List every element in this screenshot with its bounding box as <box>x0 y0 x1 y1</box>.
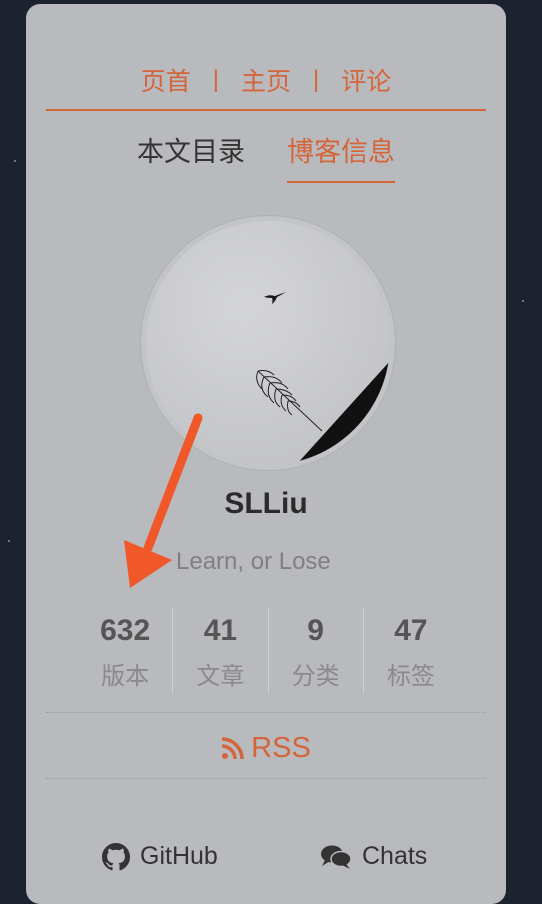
tab-toc[interactable]: 本文目录 <box>137 130 245 183</box>
rss-label: RSS <box>251 732 311 764</box>
stat-value: 47 <box>394 614 428 647</box>
chats-label: Chats <box>362 842 428 870</box>
stat-label: 分类 <box>291 663 340 690</box>
stat-label: 版本 <box>101 663 150 690</box>
chats-link[interactable]: Chats <box>320 842 427 871</box>
rss-icon <box>221 737 244 760</box>
stat-posts[interactable]: 41 文章 <box>172 608 267 694</box>
stat-categories[interactable]: 9 分类 <box>267 608 363 694</box>
background-star <box>14 160 16 162</box>
stat-value: 9 <box>307 614 324 647</box>
nav-separator: | <box>313 66 320 93</box>
blog-stats: 632 版本 41 文章 9 分类 47 标签 <box>78 608 458 694</box>
stat-versions[interactable]: 632 版本 <box>78 608 172 694</box>
github-link[interactable]: GitHub <box>102 842 218 871</box>
author-motto: Learn, or Lose <box>176 548 331 575</box>
nav-link-page-top[interactable]: 页首 <box>141 62 191 98</box>
chats-icon <box>321 845 352 869</box>
github-label: GitHub <box>140 842 218 870</box>
background-star <box>522 300 524 302</box>
top-nav: 页首 | 主页 | 评论 <box>46 62 486 98</box>
github-icon <box>102 842 130 870</box>
nav-link-comments[interactable]: 评论 <box>341 62 391 98</box>
section-divider <box>46 778 486 779</box>
avatar <box>141 216 395 470</box>
stat-value: 632 <box>100 614 151 647</box>
stat-label: 文章 <box>196 663 245 690</box>
nav-separator: | <box>212 66 219 93</box>
background-star <box>8 540 10 542</box>
nav-divider <box>46 109 486 111</box>
avatar-image <box>146 221 390 465</box>
stat-value: 41 <box>203 614 238 647</box>
blog-sidebar-card: 页首 | 主页 | 评论 本文目录 博客信息 SLLiu Learn, or L… <box>26 4 506 904</box>
tab-blog-info[interactable]: 博客信息 <box>287 130 395 183</box>
nav-link-home[interactable]: 主页 <box>241 62 291 98</box>
stat-tags[interactable]: 47 标签 <box>362 608 458 694</box>
rss-link[interactable]: RSS <box>26 732 506 765</box>
stat-label: 标签 <box>386 663 435 690</box>
sidebar-tabs: 本文目录 博客信息 <box>26 130 506 183</box>
section-divider <box>46 712 486 713</box>
author-name: SLLiu <box>224 487 308 520</box>
